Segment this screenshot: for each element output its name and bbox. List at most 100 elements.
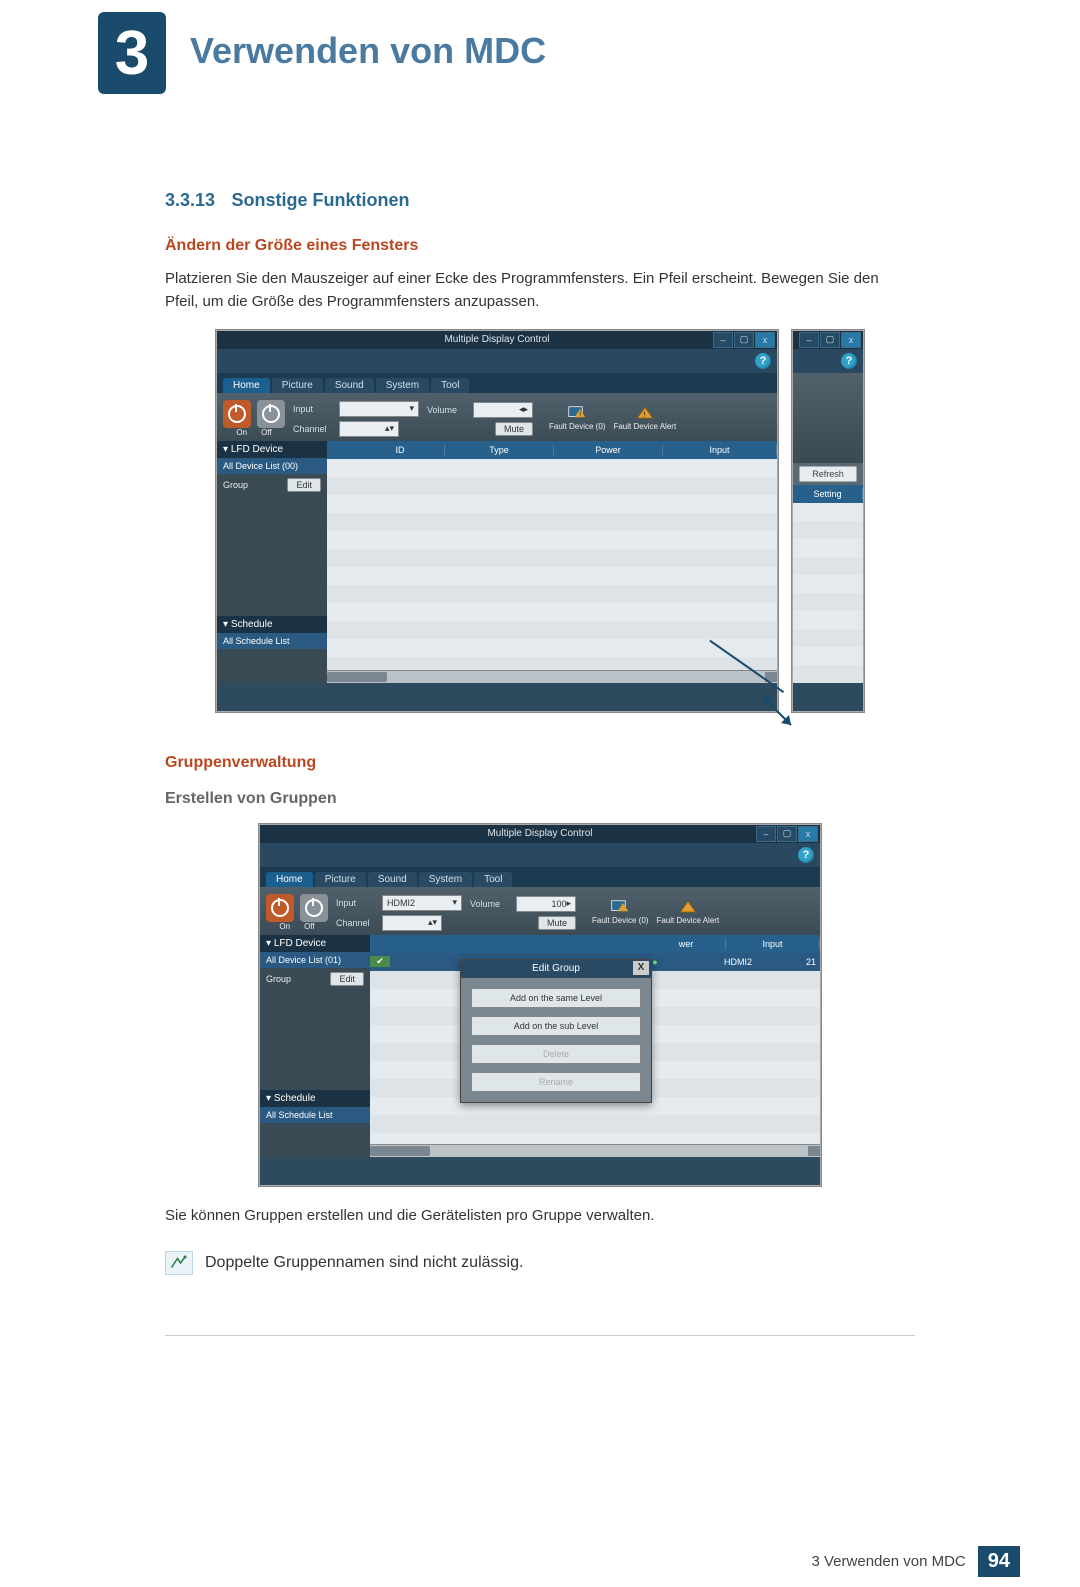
chapter-badge: 3 bbox=[98, 12, 166, 94]
subhead-groups: Gruppenverwaltung bbox=[165, 754, 915, 772]
fault-device-count[interactable]: ! Fault Device (0) bbox=[549, 406, 605, 431]
svg-text:!: ! bbox=[579, 411, 581, 418]
dialog-rename-button[interactable]: Rename bbox=[471, 1072, 641, 1092]
add-sub-level-button[interactable]: Add on the sub Level bbox=[471, 1016, 641, 1036]
power-on-button[interactable] bbox=[223, 400, 251, 428]
fault-device-alert[interactable]: ! Fault Device Alert bbox=[613, 406, 676, 431]
power-icon bbox=[262, 405, 280, 423]
mute-button[interactable]: Mute bbox=[495, 422, 533, 436]
close-button[interactable]: x bbox=[755, 332, 775, 348]
power-off-button[interactable] bbox=[300, 894, 328, 922]
side-lfd[interactable]: ▾ LFD Device bbox=[260, 935, 370, 952]
tab-home[interactable]: Home bbox=[266, 872, 313, 887]
maximize-button[interactable]: ▢ bbox=[777, 826, 797, 842]
mdc-window-1: Multiple Display Control – ▢ x ? Home Pi… bbox=[216, 330, 778, 712]
volume-spin[interactable]: ◂▸ bbox=[473, 402, 533, 418]
footer-page-number: 94 bbox=[978, 1546, 1020, 1577]
tab-tool[interactable]: Tool bbox=[474, 872, 512, 887]
chapter-number: 3 bbox=[115, 18, 149, 89]
footer-text: 3 Verwenden von MDC bbox=[812, 1553, 966, 1570]
side-edit-button[interactable]: Edit bbox=[287, 478, 321, 492]
note-text: Doppelte Gruppennamen sind nicht zulässi… bbox=[205, 1254, 523, 1272]
power-icon bbox=[305, 899, 323, 917]
scrollbar-right-icon[interactable] bbox=[808, 1146, 820, 1156]
horizontal-scrollbar[interactable] bbox=[327, 670, 777, 683]
dialog-delete-button[interactable]: Delete bbox=[471, 1044, 641, 1064]
side-edit-button[interactable]: Edit bbox=[330, 972, 364, 986]
subhead-resize: Ändern der Größe eines Fensters bbox=[165, 237, 915, 255]
volume-label: Volume bbox=[470, 899, 512, 909]
svg-text:!: ! bbox=[643, 410, 645, 419]
channel-spin[interactable]: ▴▾ bbox=[339, 421, 399, 437]
fault-device-alert[interactable]: Fault Device Alert bbox=[656, 900, 719, 925]
dialog-title: Edit Group bbox=[532, 963, 580, 974]
input-combo[interactable]: ▾ bbox=[339, 401, 419, 417]
col-type[interactable]: Type bbox=[445, 445, 554, 455]
horizontal-scrollbar[interactable] bbox=[370, 1144, 820, 1157]
close-button[interactable]: x bbox=[798, 826, 818, 842]
side-all-schedule[interactable]: All Schedule List bbox=[260, 1107, 370, 1123]
channel-label: Channel bbox=[336, 918, 378, 928]
help-icon[interactable]: ? bbox=[755, 353, 771, 369]
power-off-button[interactable] bbox=[257, 400, 285, 428]
help-icon[interactable]: ? bbox=[798, 847, 814, 863]
maximize-button[interactable]: ▢ bbox=[734, 332, 754, 348]
side-lfd[interactable]: ▾ LFD Device bbox=[217, 441, 327, 458]
side-all-schedule[interactable]: All Schedule List bbox=[217, 633, 327, 649]
side-all-devices[interactable]: All Device List (00) bbox=[217, 458, 327, 474]
channel-label: Channel bbox=[293, 424, 335, 434]
input-combo[interactable]: HDMI2▾ bbox=[382, 895, 462, 911]
mdc-tabs: Home Picture Sound System Tool bbox=[217, 373, 777, 393]
mdc-titlebar: Multiple Display Control – ▢ x bbox=[217, 331, 777, 349]
col-input[interactable]: Input bbox=[726, 939, 820, 949]
input-label: Input bbox=[293, 404, 335, 414]
side-schedule[interactable]: ▾ Schedule bbox=[260, 1090, 370, 1107]
tab-home[interactable]: Home bbox=[223, 378, 270, 393]
maximize-button[interactable]: ▢ bbox=[820, 332, 840, 348]
side-group-label: Group bbox=[266, 974, 291, 984]
tab-picture[interactable]: Picture bbox=[315, 872, 366, 887]
fault-device-count[interactable]: Fault Device (0) bbox=[592, 900, 648, 925]
add-same-level-button[interactable]: Add on the same Level bbox=[471, 988, 641, 1008]
close-button[interactable]: x bbox=[841, 332, 861, 348]
device-grid: ID Type Power Input bbox=[327, 441, 777, 683]
note-icon bbox=[165, 1251, 193, 1275]
tab-system[interactable]: System bbox=[376, 378, 429, 393]
col-id[interactable]: ID bbox=[356, 445, 445, 455]
screenshot-groups-wrapper: Multiple Display Control – ▢ x ? Home Pi… bbox=[165, 824, 915, 1186]
minimize-button[interactable]: – bbox=[756, 826, 776, 842]
input-label: Input bbox=[336, 898, 378, 908]
row-input: HDMI2 bbox=[690, 957, 786, 967]
help-icon[interactable]: ? bbox=[841, 353, 857, 369]
tab-sound[interactable]: Sound bbox=[368, 872, 417, 887]
section-title: Sonstige Funktionen bbox=[232, 190, 410, 211]
power-on-button[interactable] bbox=[266, 894, 294, 922]
tab-sound[interactable]: Sound bbox=[325, 378, 374, 393]
mdc-ribbon: On Off Input ▾ Channel ▴▾ bbox=[217, 393, 777, 446]
tab-tool[interactable]: Tool bbox=[431, 378, 469, 393]
note-row: Doppelte Gruppennamen sind nicht zulässi… bbox=[165, 1251, 915, 1275]
tab-system[interactable]: System bbox=[419, 872, 472, 887]
minimize-button[interactable]: – bbox=[799, 332, 819, 348]
power-on-label: On bbox=[236, 428, 247, 437]
volume-label: Volume bbox=[427, 405, 469, 415]
mute-button[interactable]: Mute bbox=[538, 916, 576, 930]
side-all-devices[interactable]: All Device List (01) bbox=[260, 952, 370, 968]
scrollbar-thumb[interactable] bbox=[327, 672, 387, 682]
col-power[interactable]: Power bbox=[554, 445, 663, 455]
monitor-alert-icon bbox=[611, 900, 629, 914]
col-setting[interactable]: Setting bbox=[793, 489, 863, 499]
col-input[interactable]: Input bbox=[663, 445, 777, 455]
page-footer: 3 Verwenden von MDC 94 bbox=[812, 1546, 1021, 1577]
side-schedule[interactable]: ▾ Schedule bbox=[217, 616, 327, 633]
tab-picture[interactable]: Picture bbox=[272, 378, 323, 393]
dialog-close-button[interactable]: X bbox=[633, 961, 649, 975]
side-panel: ▾ LFD Device All Device List (00) Group … bbox=[217, 441, 328, 683]
channel-spin[interactable]: ▴▾ bbox=[382, 915, 442, 931]
scrollbar-thumb[interactable] bbox=[370, 1146, 430, 1156]
refresh-button[interactable]: Refresh bbox=[799, 466, 857, 482]
volume-spin[interactable]: 100 ▸ bbox=[516, 896, 576, 912]
mdc-window-2: Multiple Display Control – ▢ x ? Home Pi… bbox=[259, 824, 821, 1186]
row-value: 21 bbox=[786, 957, 820, 967]
minimize-button[interactable]: – bbox=[713, 332, 733, 348]
